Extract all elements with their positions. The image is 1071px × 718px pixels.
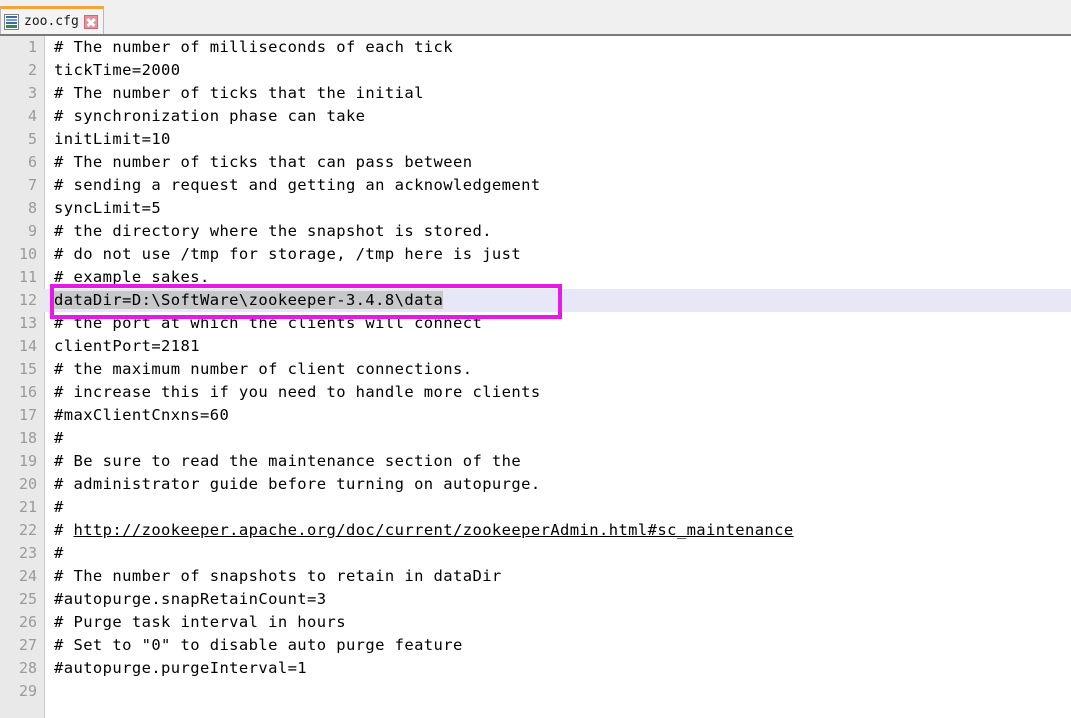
code-line-text[interactable]: # (45, 427, 1071, 450)
line-number: 12 (0, 289, 45, 312)
code-line-text[interactable]: #autopurge.snapRetainCount=3 (45, 588, 1071, 611)
code-line[interactable]: 5 initLimit=10 (0, 128, 1071, 151)
line-number: 14 (18, 337, 37, 355)
code-line[interactable]: 16 # increase this if you need to handle … (0, 381, 1071, 404)
code-line-text[interactable]: # synchronization phase can take (45, 105, 1071, 128)
code-line-text[interactable]: # the maximum number of client connectio… (45, 358, 1071, 381)
code-line-text[interactable]: syncLimit=5 (45, 197, 1071, 220)
code-line[interactable]: 18 # (0, 427, 1071, 450)
code-line[interactable]: 9 # the directory where the snapshot is s… (0, 220, 1071, 243)
line-number: 28 (18, 659, 37, 677)
code-line[interactable]: 11 # example sakes. (0, 266, 1071, 289)
line-number: 13 (18, 314, 37, 332)
documentation-link[interactable]: http://zookeeper.apache.org/doc/current/… (73, 521, 793, 539)
code-line[interactable]: 22 # http://zookeeper.apache.org/doc/curr… (0, 519, 1071, 542)
line-number: 10 (18, 245, 37, 263)
code-line-text[interactable]: # (45, 496, 1071, 519)
line-number: 29 (18, 682, 37, 700)
code-line-text[interactable]: #maxClientCnxns=60 (45, 404, 1071, 427)
code-editor[interactable]: 1 # The number of milliseconds of each ti… (0, 36, 1071, 718)
line-number: 23 (18, 544, 37, 562)
code-line-text[interactable]: # Set to "0" to disable auto purge featu… (45, 634, 1071, 657)
code-line-text[interactable]: initLimit=10 (45, 128, 1071, 151)
line-number: 19 (18, 452, 37, 470)
code-line[interactable]: 6 # The number of ticks that can pass bet… (0, 151, 1071, 174)
code-line[interactable]: 13 # the port at which the clients will c… (0, 312, 1071, 335)
line-number: 1 (27, 38, 37, 56)
code-line-text[interactable]: # do not use /tmp for storage, /tmp here… (45, 243, 1071, 266)
code-line-text[interactable]: dataDir=D:\SoftWare\zookeeper-3.4.8\data (45, 289, 1071, 312)
tab-bar: zoo.cfg (0, 0, 1071, 36)
code-line[interactable]: 23 # (0, 542, 1071, 565)
code-line[interactable]: 26 # Purge task interval in hours (0, 611, 1071, 634)
line-number: 2 (27, 61, 37, 79)
code-line[interactable]: 25 #autopurge.snapRetainCount=3 (0, 588, 1071, 611)
code-line[interactable]: 15 # the maximum number of client connect… (0, 358, 1071, 381)
line-number: 7 (27, 176, 37, 194)
selected-text[interactable]: dataDir=D:\SoftWare\zookeeper-3.4.8\data (54, 291, 444, 309)
line-number: 26 (18, 613, 37, 631)
line-number: 8 (27, 199, 37, 217)
code-line-text[interactable]: # The number of ticks that the initial (45, 82, 1071, 105)
line-number: 22 (18, 521, 37, 539)
line-number: 24 (18, 567, 37, 585)
code-line[interactable]: 4 # synchronization phase can take (0, 105, 1071, 128)
code-line[interactable]: 8 syncLimit=5 (0, 197, 1071, 220)
code-line[interactable]: 27 # Set to "0" to disable auto purge fea… (0, 634, 1071, 657)
code-line[interactable]: 19 # Be sure to read the maintenance sect… (0, 450, 1071, 473)
code-line[interactable]: 29 (0, 680, 1071, 703)
comment-prefix: # (54, 521, 74, 539)
code-line[interactable]: 3 # The number of ticks that the initial (0, 82, 1071, 105)
code-line-text[interactable]: # The number of milliseconds of each tic… (45, 36, 1071, 59)
code-line-text[interactable]: # The number of ticks that can pass betw… (45, 151, 1071, 174)
code-line-text[interactable]: # http://zookeeper.apache.org/doc/curren… (45, 519, 1071, 542)
code-line-text[interactable] (45, 680, 1071, 703)
code-line-text[interactable]: # the port at which the clients will con… (45, 312, 1071, 335)
code-line-text[interactable]: # administrator guide before turning on … (45, 473, 1071, 496)
line-number: 4 (27, 107, 37, 125)
line-number: 20 (18, 475, 37, 493)
code-line[interactable]: 14 clientPort=2181 (0, 335, 1071, 358)
tab-zoo-cfg[interactable]: zoo.cfg (0, 6, 104, 34)
code-line-text[interactable]: clientPort=2181 (45, 335, 1071, 358)
tab-label: zoo.cfg (24, 14, 79, 29)
code-line[interactable]: 10 # do not use /tmp for storage, /tmp he… (0, 243, 1071, 266)
code-line-text[interactable]: tickTime=2000 (45, 59, 1071, 82)
line-number: 25 (18, 590, 37, 608)
close-icon[interactable] (83, 14, 98, 29)
code-line[interactable]: 1 # The number of milliseconds of each ti… (0, 36, 1071, 59)
line-number: 17 (18, 406, 37, 424)
line-number: 9 (27, 222, 37, 240)
code-line-text[interactable]: # Be sure to read the maintenance sectio… (45, 450, 1071, 473)
code-line[interactable]: 7 # sending a request and getting an ackn… (0, 174, 1071, 197)
code-line-text[interactable]: # increase this if you need to handle mo… (45, 381, 1071, 404)
code-line[interactable]: 20 # administrator guide before turning o… (0, 473, 1071, 496)
document-icon (4, 13, 19, 30)
code-line-text[interactable]: # The number of snapshots to retain in d… (45, 565, 1071, 588)
code-line[interactable]: 24 # The number of snapshots to retain in… (0, 565, 1071, 588)
line-number: 11 (18, 268, 37, 286)
code-area[interactable]: 1 # The number of milliseconds of each ti… (0, 36, 1071, 718)
code-line-text[interactable]: # the directory where the snapshot is st… (45, 220, 1071, 243)
code-line[interactable]: 12 dataDir=D:\SoftWare\zookeeper-3.4.8\da… (0, 289, 1071, 312)
code-line-text[interactable]: #autopurge.purgeInterval=1 (45, 657, 1071, 680)
line-number: 18 (18, 429, 37, 447)
line-number: 27 (18, 636, 37, 654)
line-number: 3 (27, 84, 37, 102)
code-line-text[interactable]: # sending a request and getting an ackno… (45, 174, 1071, 197)
code-line[interactable]: 21 # (0, 496, 1071, 519)
line-number: 21 (18, 498, 37, 516)
code-line[interactable]: 2 tickTime=2000 (0, 59, 1071, 82)
line-number: 6 (27, 153, 37, 171)
code-line[interactable]: 17 #maxClientCnxns=60 (0, 404, 1071, 427)
code-line[interactable]: 28 #autopurge.purgeInterval=1 (0, 657, 1071, 680)
line-number: 5 (27, 130, 37, 148)
editor-window: zoo.cfg 1 # The number of milliseconds of… (0, 0, 1071, 718)
line-number: 15 (18, 360, 37, 378)
line-number: 16 (18, 383, 37, 401)
code-line-text[interactable]: # (45, 542, 1071, 565)
code-line-text[interactable]: # example sakes. (45, 266, 1071, 289)
code-line-text[interactable]: # Purge task interval in hours (45, 611, 1071, 634)
